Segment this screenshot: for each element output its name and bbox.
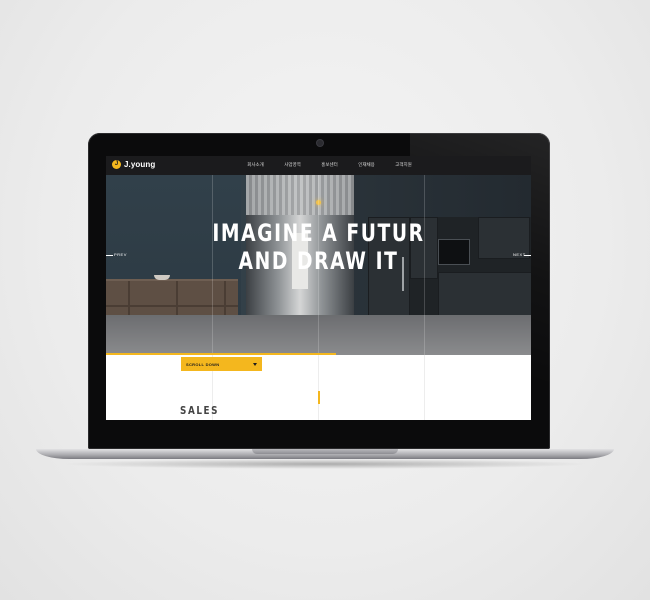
hero-photo-ceiling: [246, 175, 354, 215]
laptop-hinge-notch: [252, 449, 398, 454]
scroll-down-button[interactable]: SCROLL DOWN: [181, 357, 262, 371]
prev-line: [106, 255, 113, 256]
scroll-down-label: SCROLL DOWN: [186, 361, 220, 367]
site-header: J J.young 회사소개 사업영역 홍보센터 인재채용 고객지원: [106, 156, 531, 175]
laptop-screen: J J.young 회사소개 사업영역 홍보센터 인재채용 고객지원 IMAGI…: [106, 156, 531, 420]
section-heading: SALES: [180, 404, 220, 417]
hero-slider: IMAGINE A FUTUR AND DRAW IT PREV NEXT: [106, 175, 531, 355]
menu-item-pr-center[interactable]: 홍보센터: [311, 162, 348, 168]
menu-item-recruit[interactable]: 인재채용: [348, 162, 385, 168]
laptop-shadow: [60, 459, 590, 469]
menu-item-company[interactable]: 회사소개: [237, 162, 274, 168]
hero-title-line-1: IMAGINE A FUTUR: [212, 219, 425, 247]
chevron-down-icon: [253, 362, 257, 366]
main-menu: 회사소개 사업영역 홍보센터 인재채용 고객지원: [237, 162, 422, 168]
hero-title-line-2: AND DRAW IT: [238, 247, 399, 275]
site-logo[interactable]: J J.young: [112, 160, 155, 169]
prev-button[interactable]: PREV: [114, 252, 127, 257]
menu-item-business[interactable]: 사업영역: [274, 162, 311, 168]
webcam: [317, 140, 323, 146]
accent-bar: [318, 391, 320, 404]
next-line: [524, 255, 531, 256]
hero-title: IMAGINE A FUTUR AND DRAW IT: [153, 219, 485, 275]
logo-text: J.young: [124, 160, 156, 169]
bowl: [154, 275, 170, 280]
logo-icon: J: [112, 160, 121, 169]
content-section: SALES: [106, 355, 531, 420]
slide-progress-bar: [106, 353, 336, 355]
menu-item-support[interactable]: 고객지원: [385, 162, 422, 168]
